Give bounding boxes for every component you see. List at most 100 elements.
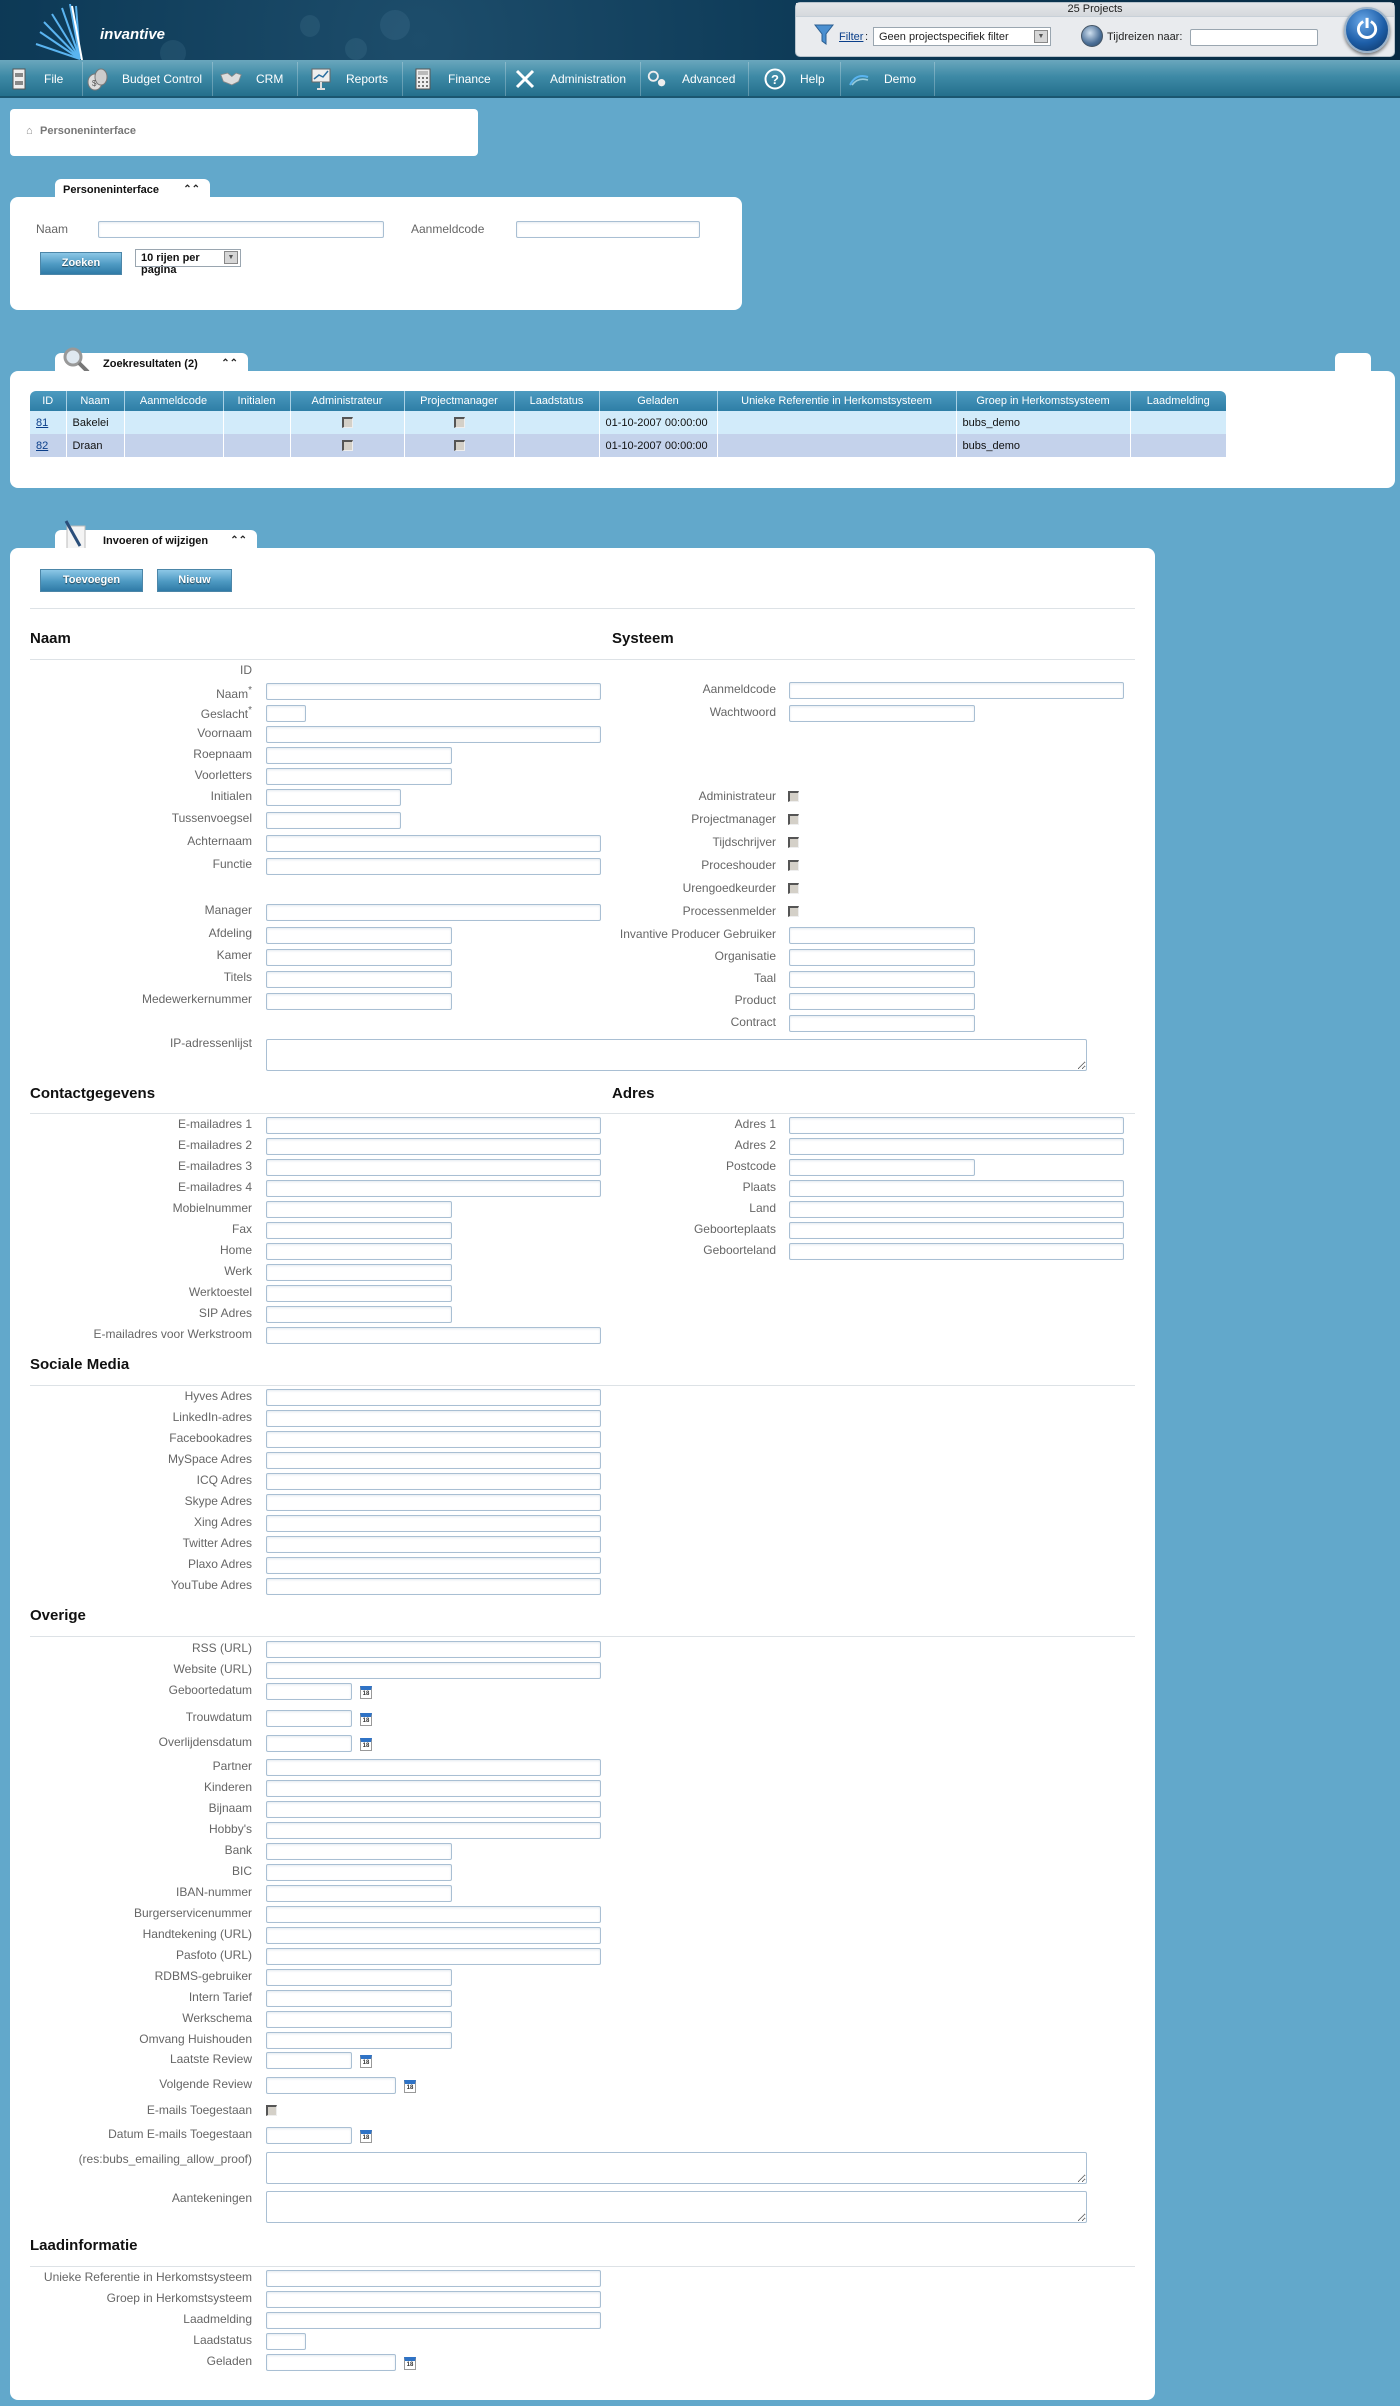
social-field-input[interactable] [266, 1410, 601, 1427]
time-travel-input[interactable] [1190, 29, 1318, 46]
calendar-icon[interactable]: 18 [360, 1738, 372, 1751]
column-header-groep[interactable]: Groep in Herkomstsysteem [956, 391, 1131, 411]
column-header-aanmeldcode[interactable]: Aanmeldcode [124, 391, 224, 411]
emails-toegestaan-checkbox[interactable] [266, 2105, 277, 2116]
chevron-down-icon[interactable]: ▼ [1034, 30, 1048, 43]
row-id-link[interactable]: 81 [36, 417, 48, 429]
column-header-projectmanager[interactable]: Projectmanager [404, 391, 515, 411]
column-header-geladen[interactable]: Geladen [599, 391, 718, 411]
datum-emails-input[interactable] [266, 2127, 352, 2144]
trouwdatum-input[interactable] [266, 1710, 352, 1727]
bsn-input[interactable] [266, 1906, 601, 1923]
omvang-input[interactable] [266, 2032, 452, 2049]
wachtwoord-input[interactable] [789, 705, 975, 722]
volgende-review-input[interactable] [266, 2077, 396, 2094]
contact-field-input[interactable] [266, 1138, 601, 1155]
naam-search-input[interactable] [98, 221, 384, 238]
voornaam-input[interactable] [266, 726, 601, 743]
social-field-input[interactable] [266, 1389, 601, 1406]
social-field-input[interactable] [266, 1515, 601, 1532]
bank-input[interactable] [266, 1843, 452, 1860]
producer-gebruiker-input[interactable] [789, 927, 975, 944]
werkschema-input[interactable] [266, 2011, 452, 2028]
afdeling-input[interactable] [266, 927, 452, 944]
laadmelding-input[interactable] [266, 2312, 601, 2329]
iban-input[interactable] [266, 1885, 452, 1902]
pasfoto-input[interactable] [266, 1948, 601, 1965]
functie-input[interactable] [266, 858, 601, 875]
social-field-input[interactable] [266, 1494, 601, 1511]
contact-field-input[interactable] [266, 1243, 452, 1260]
ip-adressenlijst-textarea[interactable] [266, 1039, 1087, 1071]
calendar-icon[interactable]: 18 [360, 1713, 372, 1726]
tijdschrijver-checkbox[interactable] [788, 837, 799, 848]
medewerkernummer-input[interactable] [266, 993, 452, 1010]
contact-field-input[interactable] [266, 1159, 601, 1176]
column-header-naam[interactable]: Naam [66, 391, 125, 411]
manager-input[interactable] [266, 904, 601, 921]
contact-field-input[interactable] [266, 1117, 601, 1134]
table-row[interactable]: 81 Bakelei 01-10-2007 00:00:00 bubs_demo [30, 411, 1227, 434]
overlijdensdatum-input[interactable] [266, 1735, 352, 1752]
calendar-icon[interactable]: 18 [404, 2080, 416, 2093]
social-field-input[interactable] [266, 1578, 601, 1595]
menu-item-crm[interactable]: CRM [220, 60, 283, 98]
voorletters-input[interactable] [266, 768, 452, 785]
roepnaam-input[interactable] [266, 747, 452, 764]
contact-field-input[interactable] [266, 1306, 452, 1323]
social-field-input[interactable] [266, 1431, 601, 1448]
social-field-input[interactable] [266, 1557, 601, 1574]
rows-per-page-select[interactable]: 10 rijen per pagina ▼ [135, 249, 241, 276]
bic-input[interactable] [266, 1864, 452, 1881]
aantekeningen-textarea[interactable] [266, 2191, 1087, 2223]
adres-field-input[interactable] [789, 1117, 1124, 1134]
menu-item-reports[interactable]: Reports [310, 60, 388, 98]
filter-link[interactable]: Filter [839, 31, 863, 43]
add-button[interactable]: Toevoegen [40, 569, 143, 592]
chevron-down-icon[interactable]: ▼ [224, 251, 238, 264]
column-header-unieke-referentie[interactable]: Unieke Referentie in Herkomstsysteem [717, 391, 957, 411]
project-filter-select[interactable]: Geen projectspecifiek filter ▼ [873, 27, 1051, 46]
home-icon[interactable]: ⌂ [26, 125, 33, 137]
initialen-input[interactable] [266, 789, 401, 806]
aanmeldcode-search-input[interactable] [516, 221, 700, 238]
urengoedkeurder-checkbox[interactable] [788, 883, 799, 894]
column-header-laadmelding[interactable]: Laadmelding [1130, 391, 1226, 411]
projectmanager-checkbox[interactable] [788, 814, 799, 825]
menu-item-demo[interactable]: Demo [848, 60, 916, 98]
adres-field-input[interactable] [789, 1180, 1124, 1197]
hobbys-input[interactable] [266, 1822, 601, 1839]
column-header-laadstatus[interactable]: Laadstatus [514, 391, 600, 411]
tussenvoegsel-input[interactable] [266, 812, 401, 829]
handtekening-input[interactable] [266, 1927, 601, 1944]
contact-field-input[interactable] [266, 1285, 452, 1302]
menu-item-help[interactable]: ? Help [764, 60, 825, 98]
search-button[interactable]: Zoeken [40, 252, 122, 275]
unieke-referentie-input[interactable] [266, 2270, 601, 2287]
geladen-input[interactable] [266, 2354, 396, 2371]
rdbms-input[interactable] [266, 1969, 452, 1986]
bijnaam-input[interactable] [266, 1801, 601, 1818]
social-field-input[interactable] [266, 1473, 601, 1490]
calendar-icon[interactable]: 18 [360, 2055, 372, 2068]
intern-tarief-input[interactable] [266, 1990, 452, 2007]
proceshouder-checkbox[interactable] [788, 860, 799, 871]
calendar-icon[interactable]: 18 [360, 1686, 372, 1699]
contact-field-input[interactable] [266, 1222, 452, 1239]
column-header-initialen[interactable]: Initialen [223, 391, 291, 411]
product-input[interactable] [789, 993, 975, 1010]
adres-field-input[interactable] [789, 1159, 975, 1176]
adres-field-input[interactable] [789, 1222, 1124, 1239]
adres-field-input[interactable] [789, 1201, 1124, 1218]
menu-item-finance[interactable]: Finance [412, 60, 491, 98]
contact-field-input[interactable] [266, 1180, 601, 1197]
geboortedatum-input[interactable] [266, 1683, 352, 1700]
menu-item-budget-control[interactable]: $ Budget Control [86, 60, 202, 98]
table-row[interactable]: 82 Draan 01-10-2007 00:00:00 bubs_demo [30, 434, 1227, 457]
kinderen-input[interactable] [266, 1780, 601, 1797]
aanmeldcode-input[interactable] [789, 682, 1124, 699]
calendar-icon[interactable]: 18 [360, 2130, 372, 2143]
contact-field-input[interactable] [266, 1264, 452, 1281]
row-id-link[interactable]: 82 [36, 440, 48, 452]
laadstatus-input[interactable] [266, 2333, 306, 2350]
